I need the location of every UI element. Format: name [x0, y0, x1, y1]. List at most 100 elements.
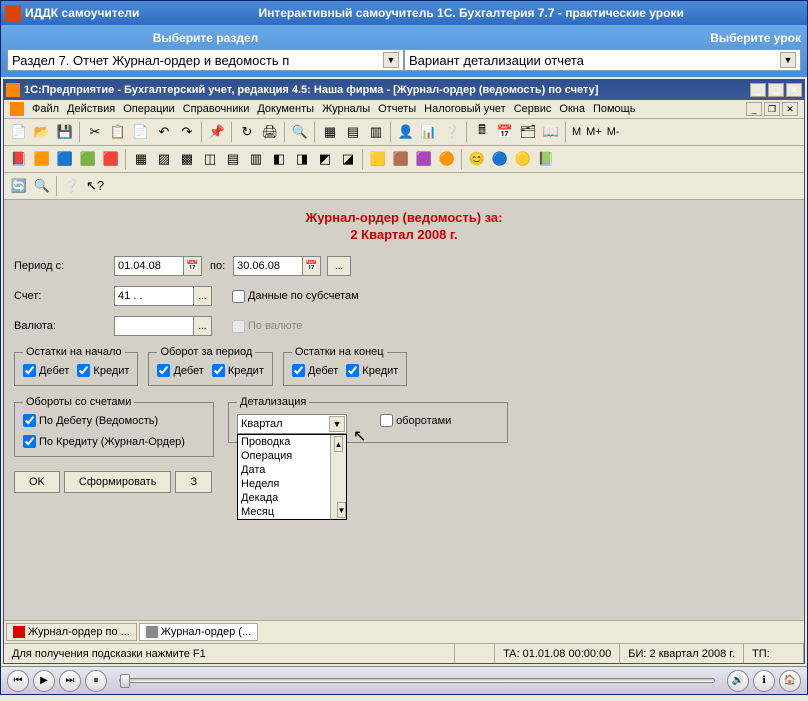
tb3-context-help-icon[interactable]: ↖?	[84, 175, 106, 197]
tb2-icon-10[interactable]: ▤	[222, 148, 244, 170]
chart-icon[interactable]: 📊	[418, 121, 440, 143]
next-button[interactable]: ⏭	[59, 670, 81, 692]
form-button[interactable]: Сформировать	[64, 471, 172, 493]
dropdown-arrow-icon[interactable]: ▼	[383, 52, 399, 68]
section-combo[interactable]: Раздел 7. Отчет Журнал-ордер и ведомость…	[7, 49, 404, 71]
start-credit-checkbox[interactable]	[77, 364, 90, 377]
period-from-input[interactable]	[114, 256, 184, 276]
tb3-help-icon[interactable]: ❔	[61, 175, 83, 197]
scroll-up-icon[interactable]: ▲	[334, 436, 343, 452]
tb2-icon-20[interactable]: 😊	[466, 148, 488, 170]
tb2-icon-4[interactable]: 🟩	[77, 148, 99, 170]
tb2-icon-21[interactable]: 🔵	[489, 148, 511, 170]
menu-operations[interactable]: Операции	[123, 103, 174, 115]
user-icon[interactable]: 👤	[395, 121, 417, 143]
tb2-icon-19[interactable]: 🟠	[436, 148, 458, 170]
period-picker-button[interactable]: ...	[327, 256, 351, 276]
paste-icon[interactable]: 📄	[130, 121, 152, 143]
tb2-icon-7[interactable]: ▨	[153, 148, 175, 170]
redo-icon[interactable]: ↷	[176, 121, 198, 143]
menu-reports[interactable]: Отчеты	[378, 103, 416, 115]
undo-icon[interactable]: ↶	[153, 121, 175, 143]
tb2-icon-3[interactable]: 🟦	[54, 148, 76, 170]
tb2-icon-5[interactable]: 🟥	[100, 148, 122, 170]
detail-dropdown-list[interactable]: Проводка Операция Дата Неделя Декада Мес…	[237, 434, 347, 520]
tb2-icon-14[interactable]: ◩	[314, 148, 336, 170]
scroll-down-icon[interactable]: ▼	[337, 502, 346, 518]
progress-knob[interactable]	[120, 674, 130, 688]
find-icon[interactable]: 🔍	[289, 121, 311, 143]
open-icon[interactable]: 📂	[31, 121, 53, 143]
menu-references[interactable]: Справочники	[183, 103, 250, 115]
refresh-icon[interactable]: ↻	[236, 121, 258, 143]
lesson-combo[interactable]: Вариант детализации отчета ▼	[404, 49, 801, 71]
end-debit-checkbox[interactable]	[292, 364, 305, 377]
mem-m[interactable]: M	[570, 126, 583, 138]
dropdown-scrollbar[interactable]: ▲ ▼	[330, 435, 346, 519]
tab-journal-2[interactable]: Журнал-ордер (...	[139, 623, 258, 641]
calc-icon[interactable]: 🖩	[471, 121, 493, 143]
help-icon[interactable]: ❔	[441, 121, 463, 143]
menu-tax[interactable]: Налоговый учет	[424, 103, 506, 115]
tb2-icon-8[interactable]: ▩	[176, 148, 198, 170]
cards-icon[interactable]: 🗂	[517, 121, 539, 143]
close-button-form[interactable]: З	[175, 471, 212, 493]
tool-c-icon[interactable]: ▥	[365, 121, 387, 143]
account-input[interactable]	[114, 286, 194, 306]
tab-journal-1[interactable]: Журнал-ордер по ...	[6, 623, 137, 641]
tb2-icon-17[interactable]: 🟫	[390, 148, 412, 170]
tb3-refresh-icon[interactable]: 🔄	[8, 175, 30, 197]
volume-button[interactable]: 🔊	[727, 670, 749, 692]
doc-close-button[interactable]: ✕	[782, 102, 798, 116]
save-icon[interactable]: 💾	[54, 121, 76, 143]
minimize-button[interactable]: _	[750, 83, 766, 97]
calendar-from-button[interactable]: 📅	[184, 256, 202, 276]
tb3-filter-icon[interactable]: 🔍	[31, 175, 53, 197]
menu-actions[interactable]: Действия	[67, 103, 115, 115]
mem-mp[interactable]: M+	[584, 126, 604, 138]
tb2-icon-22[interactable]: 🟡	[512, 148, 534, 170]
tb2-icon-12[interactable]: ◧	[268, 148, 290, 170]
menu-file[interactable]: Файл	[32, 103, 59, 115]
play-button[interactable]: ▶	[33, 670, 55, 692]
close-button[interactable]: ✕	[786, 83, 802, 97]
subaccounts-checkbox[interactable]	[232, 290, 245, 303]
book-icon[interactable]: 📖	[540, 121, 562, 143]
doc-restore-button[interactable]: ❐	[764, 102, 780, 116]
menu-documents[interactable]: Документы	[257, 103, 314, 115]
print-icon[interactable]: 🖨	[259, 121, 281, 143]
end-credit-checkbox[interactable]	[346, 364, 359, 377]
mem-mm[interactable]: M-	[605, 126, 622, 138]
tool-a-icon[interactable]: ▦	[319, 121, 341, 143]
doc-minimize-button[interactable]: _	[746, 102, 762, 116]
progress-slider[interactable]	[119, 678, 715, 683]
tb2-icon-15[interactable]: ◪	[337, 148, 359, 170]
tb2-icon-23[interactable]: 📗	[535, 148, 557, 170]
maximize-button[interactable]: ▢	[768, 83, 784, 97]
currency-select-button[interactable]: ...	[194, 316, 212, 336]
tb2-icon-1[interactable]: 📕	[8, 148, 30, 170]
tb2-icon-16[interactable]: 🟨	[367, 148, 389, 170]
menu-journals[interactable]: Журналы	[322, 103, 370, 115]
period-to-input[interactable]	[233, 256, 303, 276]
by-debit-checkbox[interactable]	[23, 414, 36, 427]
cut-icon[interactable]: ✂	[84, 121, 106, 143]
pin-icon[interactable]: 📌	[206, 121, 228, 143]
calendar-to-button[interactable]: 📅	[303, 256, 321, 276]
account-select-button[interactable]: ...	[194, 286, 212, 306]
start-debit-checkbox[interactable]	[23, 364, 36, 377]
dropdown-arrow-icon[interactable]: ▼	[780, 52, 796, 68]
turnover-debit-checkbox[interactable]	[157, 364, 170, 377]
turnover-credit-checkbox[interactable]	[212, 364, 225, 377]
calendar-icon[interactable]: 📅	[494, 121, 516, 143]
tb2-icon-18[interactable]: 🟪	[413, 148, 435, 170]
tb2-icon-2[interactable]: 🟧	[31, 148, 53, 170]
currency-input[interactable]	[114, 316, 194, 336]
graph-checkbox[interactable]	[380, 414, 393, 427]
menu-windows[interactable]: Окна	[559, 103, 585, 115]
tool-b-icon[interactable]: ▤	[342, 121, 364, 143]
tb2-icon-6[interactable]: ▦	[130, 148, 152, 170]
pause-button[interactable]: ⏸	[85, 670, 107, 692]
copy-icon[interactable]: 📋	[107, 121, 129, 143]
new-icon[interactable]: 📄	[8, 121, 30, 143]
